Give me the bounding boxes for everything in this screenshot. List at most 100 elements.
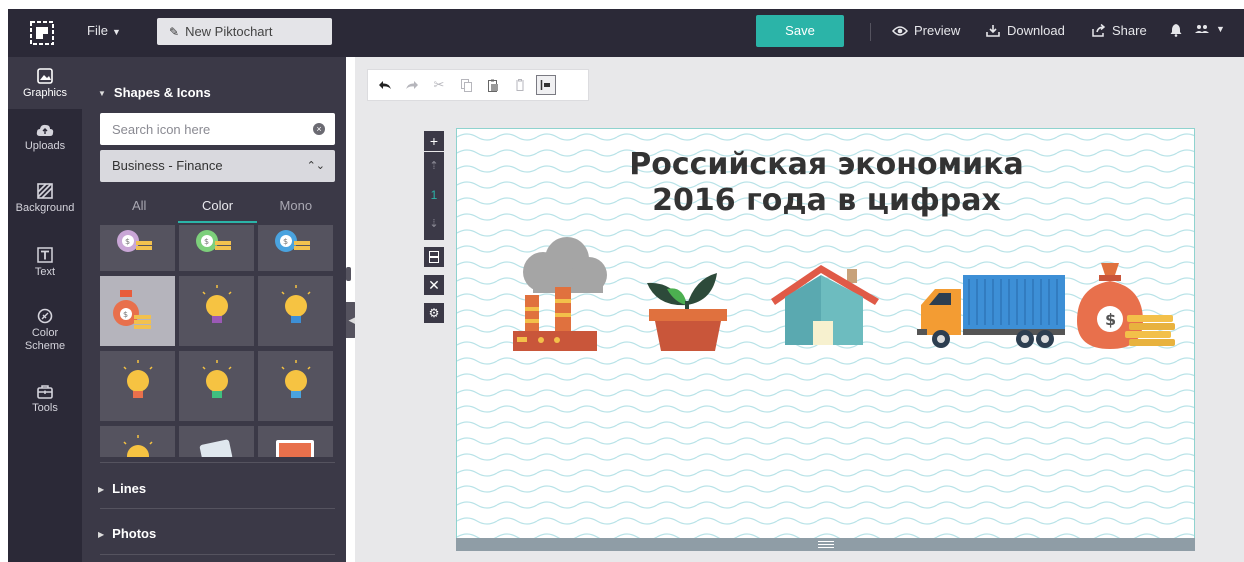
caret-right-icon: ▶	[98, 485, 105, 494]
toolbar-divider	[870, 23, 871, 41]
section-divider	[100, 462, 335, 463]
lightbulb-green-icon[interactable]	[179, 351, 254, 421]
copy-icon[interactable]	[455, 74, 477, 96]
notifications-bell-icon[interactable]	[1170, 23, 1182, 37]
clear-search-icon[interactable]: ×	[313, 123, 325, 135]
infographic-title[interactable]: Российская экономика 2016 года в цифрах	[457, 147, 1194, 219]
lines-section-toggle[interactable]: ▶ Lines	[98, 481, 146, 496]
category-select-value: Business - Finance	[112, 158, 223, 173]
background-pattern-icon	[37, 183, 53, 199]
share-icon	[1092, 23, 1106, 37]
rail-item-graphics[interactable]: Graphics	[8, 57, 82, 109]
rail-label-color-scheme: Color Scheme	[24, 327, 66, 352]
save-button[interactable]: Save	[756, 15, 844, 47]
rail-item-tools[interactable]: Tools	[8, 384, 82, 414]
section-divider	[100, 554, 335, 555]
shapes-icons-heading: Shapes & Icons	[113, 85, 211, 100]
undo-icon[interactable]	[374, 74, 396, 96]
factory-illustration[interactable]	[513, 237, 609, 355]
redo-icon[interactable]	[401, 74, 423, 96]
user-menu[interactable]: ▼	[1194, 23, 1225, 35]
tab-all[interactable]: All	[100, 197, 178, 223]
toolbox-icon	[37, 385, 53, 399]
duplicate-block-icon[interactable]	[424, 247, 444, 267]
section-divider	[100, 508, 335, 509]
icon-filter-tabs: All Color Mono	[100, 197, 335, 223]
edit-toolbar: ✂	[367, 69, 589, 101]
move-block-up-icon[interactable]: ⇡	[424, 152, 444, 180]
chevron-down-icon: ▼	[111, 27, 121, 37]
tab-mono[interactable]: Mono	[257, 197, 335, 223]
move-block-down-icon[interactable]: ⇣	[424, 210, 444, 238]
delete-block-icon[interactable]: ✕	[424, 275, 444, 295]
pencil-icon: ✎	[169, 25, 180, 39]
piktochart-logo-icon[interactable]	[30, 21, 54, 45]
lines-heading: Lines	[112, 481, 147, 496]
block-number: 1	[430, 188, 438, 202]
cut-icon[interactable]: ✂	[428, 74, 450, 96]
lightbulb-blue-icon[interactable]	[258, 276, 333, 346]
icon-search-box: ×	[100, 113, 335, 145]
select-arrows-icon: ⌃⌄	[306, 160, 325, 172]
money-bag-orange-icon[interactable]: $	[100, 276, 175, 346]
download-label: Download	[1007, 23, 1065, 38]
photos-section-toggle[interactable]: ▶ Photos	[98, 526, 156, 541]
rail-item-uploads[interactable]: Uploads	[8, 123, 82, 152]
document-title: New Piktochart	[185, 24, 273, 39]
lightbulb-orange-icon[interactable]	[100, 351, 175, 421]
rail-item-background[interactable]: Background	[8, 183, 82, 214]
svg-text:$: $	[283, 237, 288, 246]
add-block-button[interactable]: +	[424, 131, 444, 151]
download-button[interactable]: Download	[985, 23, 1065, 38]
house-illustration[interactable]	[771, 265, 881, 351]
caret-right-icon: ▶	[98, 530, 105, 539]
plant-pot-illustration[interactable]	[643, 271, 731, 353]
svg-text:$: $	[1105, 310, 1116, 329]
download-icon	[986, 24, 1000, 37]
lightbulb-teal-icon[interactable]	[258, 351, 333, 421]
title-line-1: Российская экономика	[629, 147, 1024, 182]
credit-card-icon[interactable]	[179, 426, 254, 457]
share-button[interactable]: Share	[1091, 23, 1147, 38]
user-group-icon	[1195, 25, 1209, 33]
share-label: Share	[1112, 23, 1147, 38]
lightbulb-yellow-icon[interactable]	[100, 426, 175, 457]
document-title-field[interactable]: ✎ New Piktochart	[157, 18, 332, 45]
rail-item-color-scheme[interactable]: Color Scheme	[8, 308, 82, 353]
tab-color[interactable]: Color	[178, 197, 257, 223]
icon-search-input[interactable]	[100, 113, 300, 145]
monitor-chart-icon[interactable]	[258, 426, 333, 457]
category-select[interactable]: Business - Finance ⌃⌄	[100, 150, 335, 182]
align-icon[interactable]	[536, 75, 556, 95]
panel-scrollbar-thumb[interactable]	[346, 267, 351, 281]
canvas-resize-handle[interactable]	[456, 538, 1195, 551]
rail-label-text: Text	[34, 266, 56, 278]
rail-label-background: Background	[15, 202, 75, 214]
paste-icon[interactable]	[482, 74, 504, 96]
palette-icon	[37, 308, 53, 324]
lightbulb-purple-icon[interactable]	[179, 276, 254, 346]
text-icon	[37, 247, 53, 263]
delete-icon[interactable]	[509, 74, 531, 96]
block-settings-gear-icon[interactable]: ⚙	[424, 303, 444, 323]
caret-down-icon: ▼	[98, 89, 106, 98]
left-rail: Graphics Uploads Background Text Color S…	[8, 57, 82, 562]
rail-item-text[interactable]: Text	[8, 247, 82, 278]
graphics-icon	[37, 68, 53, 84]
graphics-panel: ▼Shapes & Icons × Business - Finance ⌃⌄ …	[82, 57, 351, 562]
file-menu-label: File	[87, 23, 108, 38]
drag-handle-icon	[818, 541, 834, 548]
file-menu[interactable]: File ▼	[87, 23, 121, 38]
shapes-icons-section-toggle[interactable]: ▼ Shapes & Icons	[98, 85, 211, 100]
money-bag-lilac-icon[interactable]: $	[100, 225, 175, 271]
infographic-canvas[interactable]: Российская экономика 2016 года в цифрах	[456, 128, 1195, 539]
money-bag-blue-icon[interactable]: $	[258, 225, 333, 271]
preview-button[interactable]: Preview	[892, 23, 960, 38]
truck-illustration[interactable]	[917, 275, 1067, 357]
title-line-2: 2016 года в цифрах	[652, 183, 1001, 218]
svg-text:$: $	[125, 237, 130, 246]
money-bag-green-icon[interactable]: $	[179, 225, 254, 271]
chevron-down-icon: ▼	[1216, 24, 1225, 34]
cloud-upload-icon	[36, 124, 54, 136]
money-bag-illustration[interactable]: $	[1073, 261, 1185, 353]
